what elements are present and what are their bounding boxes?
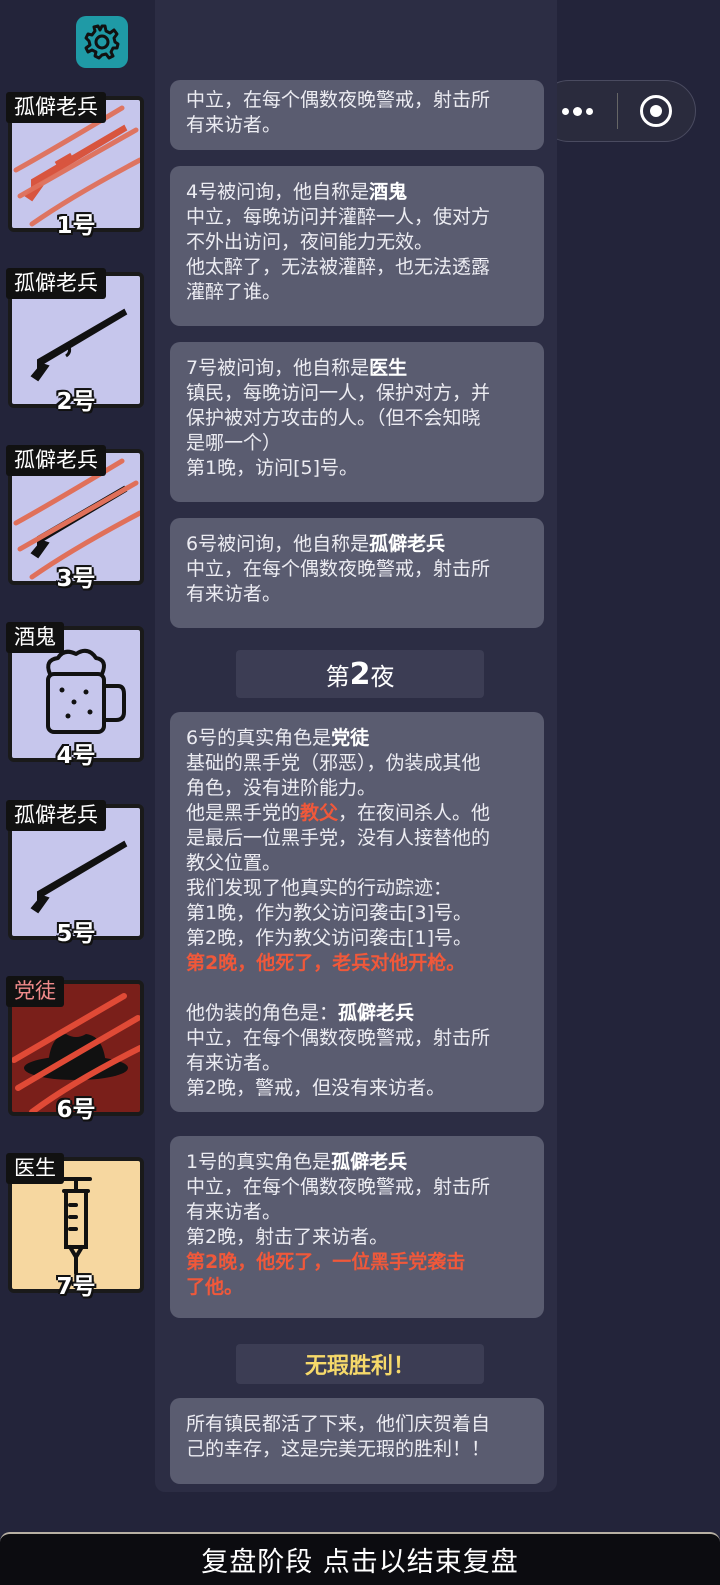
settings-button[interactable]: [76, 16, 128, 68]
log-line: 有来访者。: [186, 114, 282, 136]
log-text: 他是黑手党的: [186, 802, 301, 824]
log-intro: 6号被问询，他自称是: [186, 533, 370, 555]
log-line: 他是黑手党的教父，在夜间杀人。他: [186, 801, 528, 826]
log-line: 有来访者。: [186, 583, 282, 605]
disguise-role: 孤僻老兵: [338, 1002, 415, 1024]
highlight-role: 教父: [300, 802, 339, 824]
log-message: 中立，在每个偶数夜晚警戒，射击所 有来访者。: [170, 80, 544, 150]
true-role: 党徒: [331, 727, 370, 749]
log-line: 第1晚，作为教父访问袭击[3]号。: [186, 902, 473, 924]
log-line: 第2晚，警戒，但没有来访者。: [186, 1077, 446, 1099]
player-role-tag: 孤僻老兵: [6, 92, 106, 123]
log-line: 教父位置。: [186, 852, 282, 874]
log-line: 6号的真实角色是党徒: [186, 726, 528, 751]
log-line: 角色，没有进阶能力。: [186, 777, 377, 799]
log-line: 他伪装的角色是：孤僻老兵: [186, 1001, 528, 1026]
miniprogram-capsule: [538, 80, 696, 142]
log-line: 是哪一个）: [186, 432, 282, 454]
player-number: 1号: [56, 213, 96, 239]
victory-header: 无瑕胜利！: [236, 1344, 484, 1384]
player-role-tag: 孤僻老兵: [6, 268, 106, 299]
log-line: 是最后一位黑手党，没有人接替他的: [186, 827, 491, 849]
close-target-icon[interactable]: [618, 81, 696, 141]
player-role-tag: 党徒: [6, 976, 64, 1007]
log-message: 1号的真实角色是孤僻老兵 中立，在每个偶数夜晚警戒，射击所 有来访者。 第2晚，…: [170, 1136, 544, 1318]
log-line: 基础的黑手党（邪恶），伪装成其他: [186, 752, 481, 774]
claimed-role: 酒鬼: [369, 181, 408, 203]
log-line: 第1晚，访问[5]号。: [186, 457, 359, 479]
gear-icon: [84, 24, 120, 60]
player-number: 6号: [56, 1097, 96, 1123]
log-line: 保护被对方攻击的人。（但不会知晓: [186, 407, 481, 429]
night-header: 第2夜: [236, 650, 484, 698]
death-line: 了他。: [186, 1276, 244, 1298]
death-line: 第2晚，他死了，老兵对他开枪。: [186, 952, 466, 974]
player-number: 3号: [56, 566, 96, 592]
player-card-4[interactable]: 酒鬼 4号: [6, 622, 146, 769]
log-line: 4号被问询，他自称是酒鬼: [186, 180, 528, 205]
true-role: 孤僻老兵: [331, 1151, 408, 1173]
log-message: 7号被问询，他自称是医生 镇民，每晚访问一人，保护对方，并 保护被对方攻击的人。…: [170, 342, 544, 502]
log-line: 6号被问询，他自称是孤僻老兵: [186, 532, 528, 557]
player-card-3[interactable]: 孤僻老兵 3号: [6, 445, 146, 592]
player-card-2[interactable]: 孤僻老兵 2号: [6, 268, 146, 415]
log-line: 中立，在每个偶数夜晚警戒，射击所: [186, 1176, 491, 1198]
player-number: 2号: [56, 389, 96, 415]
log-line: 中立，在每个偶数夜晚警戒，射击所: [186, 89, 491, 111]
log-message: 4号被问询，他自称是酒鬼 中立，每晚访问并灌醉一人，使对方 不外出访问，夜间能力…: [170, 166, 544, 326]
log-line: 中立，在每个偶数夜晚警戒，射击所: [186, 1027, 491, 1049]
player-role-tag: 孤僻老兵: [6, 445, 106, 476]
night-prefix: 第: [325, 662, 350, 691]
log-line: 所有镇民都活了下来，他们庆贺着自: [186, 1413, 491, 1435]
log-line: 7号被问询，他自称是医生: [186, 356, 528, 381]
log-text: 他伪装的角色是：: [186, 1002, 339, 1024]
player-card-7[interactable]: 医生 7号: [6, 1153, 146, 1300]
log-line: 我们发现了他真实的行动踪迹：: [186, 877, 453, 899]
log-line: 第2晚，作为教父访问袭击[1]号。: [186, 927, 473, 949]
log-line: 1号的真实角色是孤僻老兵: [186, 1150, 528, 1175]
log-line: 灌醉了谁。: [186, 281, 282, 303]
log-line: 他太醉了，无法被灌醉，也无法透露: [186, 256, 491, 278]
night-suffix: 夜: [370, 662, 395, 691]
log-line: 中立，每晚访问并灌醉一人，使对方: [186, 206, 491, 228]
night-number: 2: [349, 656, 371, 692]
log-message: 所有镇民都活了下来，他们庆贺着自 己的幸存，这是完美无瑕的胜利！！: [170, 1398, 544, 1484]
log-line: 己的幸存，这是完美无瑕的胜利！！: [186, 1438, 491, 1460]
log-line: 有来访者。: [186, 1201, 282, 1223]
log-text: ，在夜间杀人。他: [338, 802, 491, 824]
log-intro: 6号的真实角色是: [186, 727, 332, 749]
log-line: 中立，在每个偶数夜晚警戒，射击所: [186, 558, 491, 580]
log-line: 不外出访问，夜间能力无效。: [186, 231, 434, 253]
death-line: 第2晚，他死了，一位黑手党袭击: [186, 1251, 466, 1273]
player-role-tag: 孤僻老兵: [6, 800, 106, 831]
log-message: 6号的真实角色是党徒 基础的黑手党（邪恶），伪装成其他 角色，没有进阶能力。 他…: [170, 712, 544, 1112]
player-role-tag: 酒鬼: [6, 622, 64, 653]
log-line: 第2晚，射击了来访者。: [186, 1226, 389, 1248]
log-line: 有来访者。: [186, 1052, 282, 1074]
player-number: 7号: [56, 1274, 96, 1300]
player-card-1[interactable]: 孤僻老兵 1号: [6, 92, 146, 239]
log-intro: 7号被问询，他自称是: [186, 357, 370, 379]
player-role-tag: 医生: [6, 1153, 64, 1184]
player-card-5[interactable]: 孤僻老兵 5号: [6, 800, 146, 947]
player-number: 5号: [56, 921, 96, 947]
log-line: 镇民，每晚访问一人，保护对方，并: [186, 382, 491, 404]
log-intro: 4号被问询，他自称是: [186, 181, 370, 203]
claimed-role: 医生: [369, 357, 408, 379]
claimed-role: 孤僻老兵: [369, 533, 446, 555]
player-card-6[interactable]: 党徒 6号: [6, 976, 146, 1123]
log-message: 6号被问询，他自称是孤僻老兵 中立，在每个偶数夜晚警戒，射击所 有来访者。: [170, 518, 544, 628]
end-review-button[interactable]: 复盘阶段 点击以结束复盘: [0, 1532, 720, 1585]
log-intro: 1号的真实角色是: [186, 1151, 332, 1173]
player-number: 4号: [56, 743, 96, 769]
